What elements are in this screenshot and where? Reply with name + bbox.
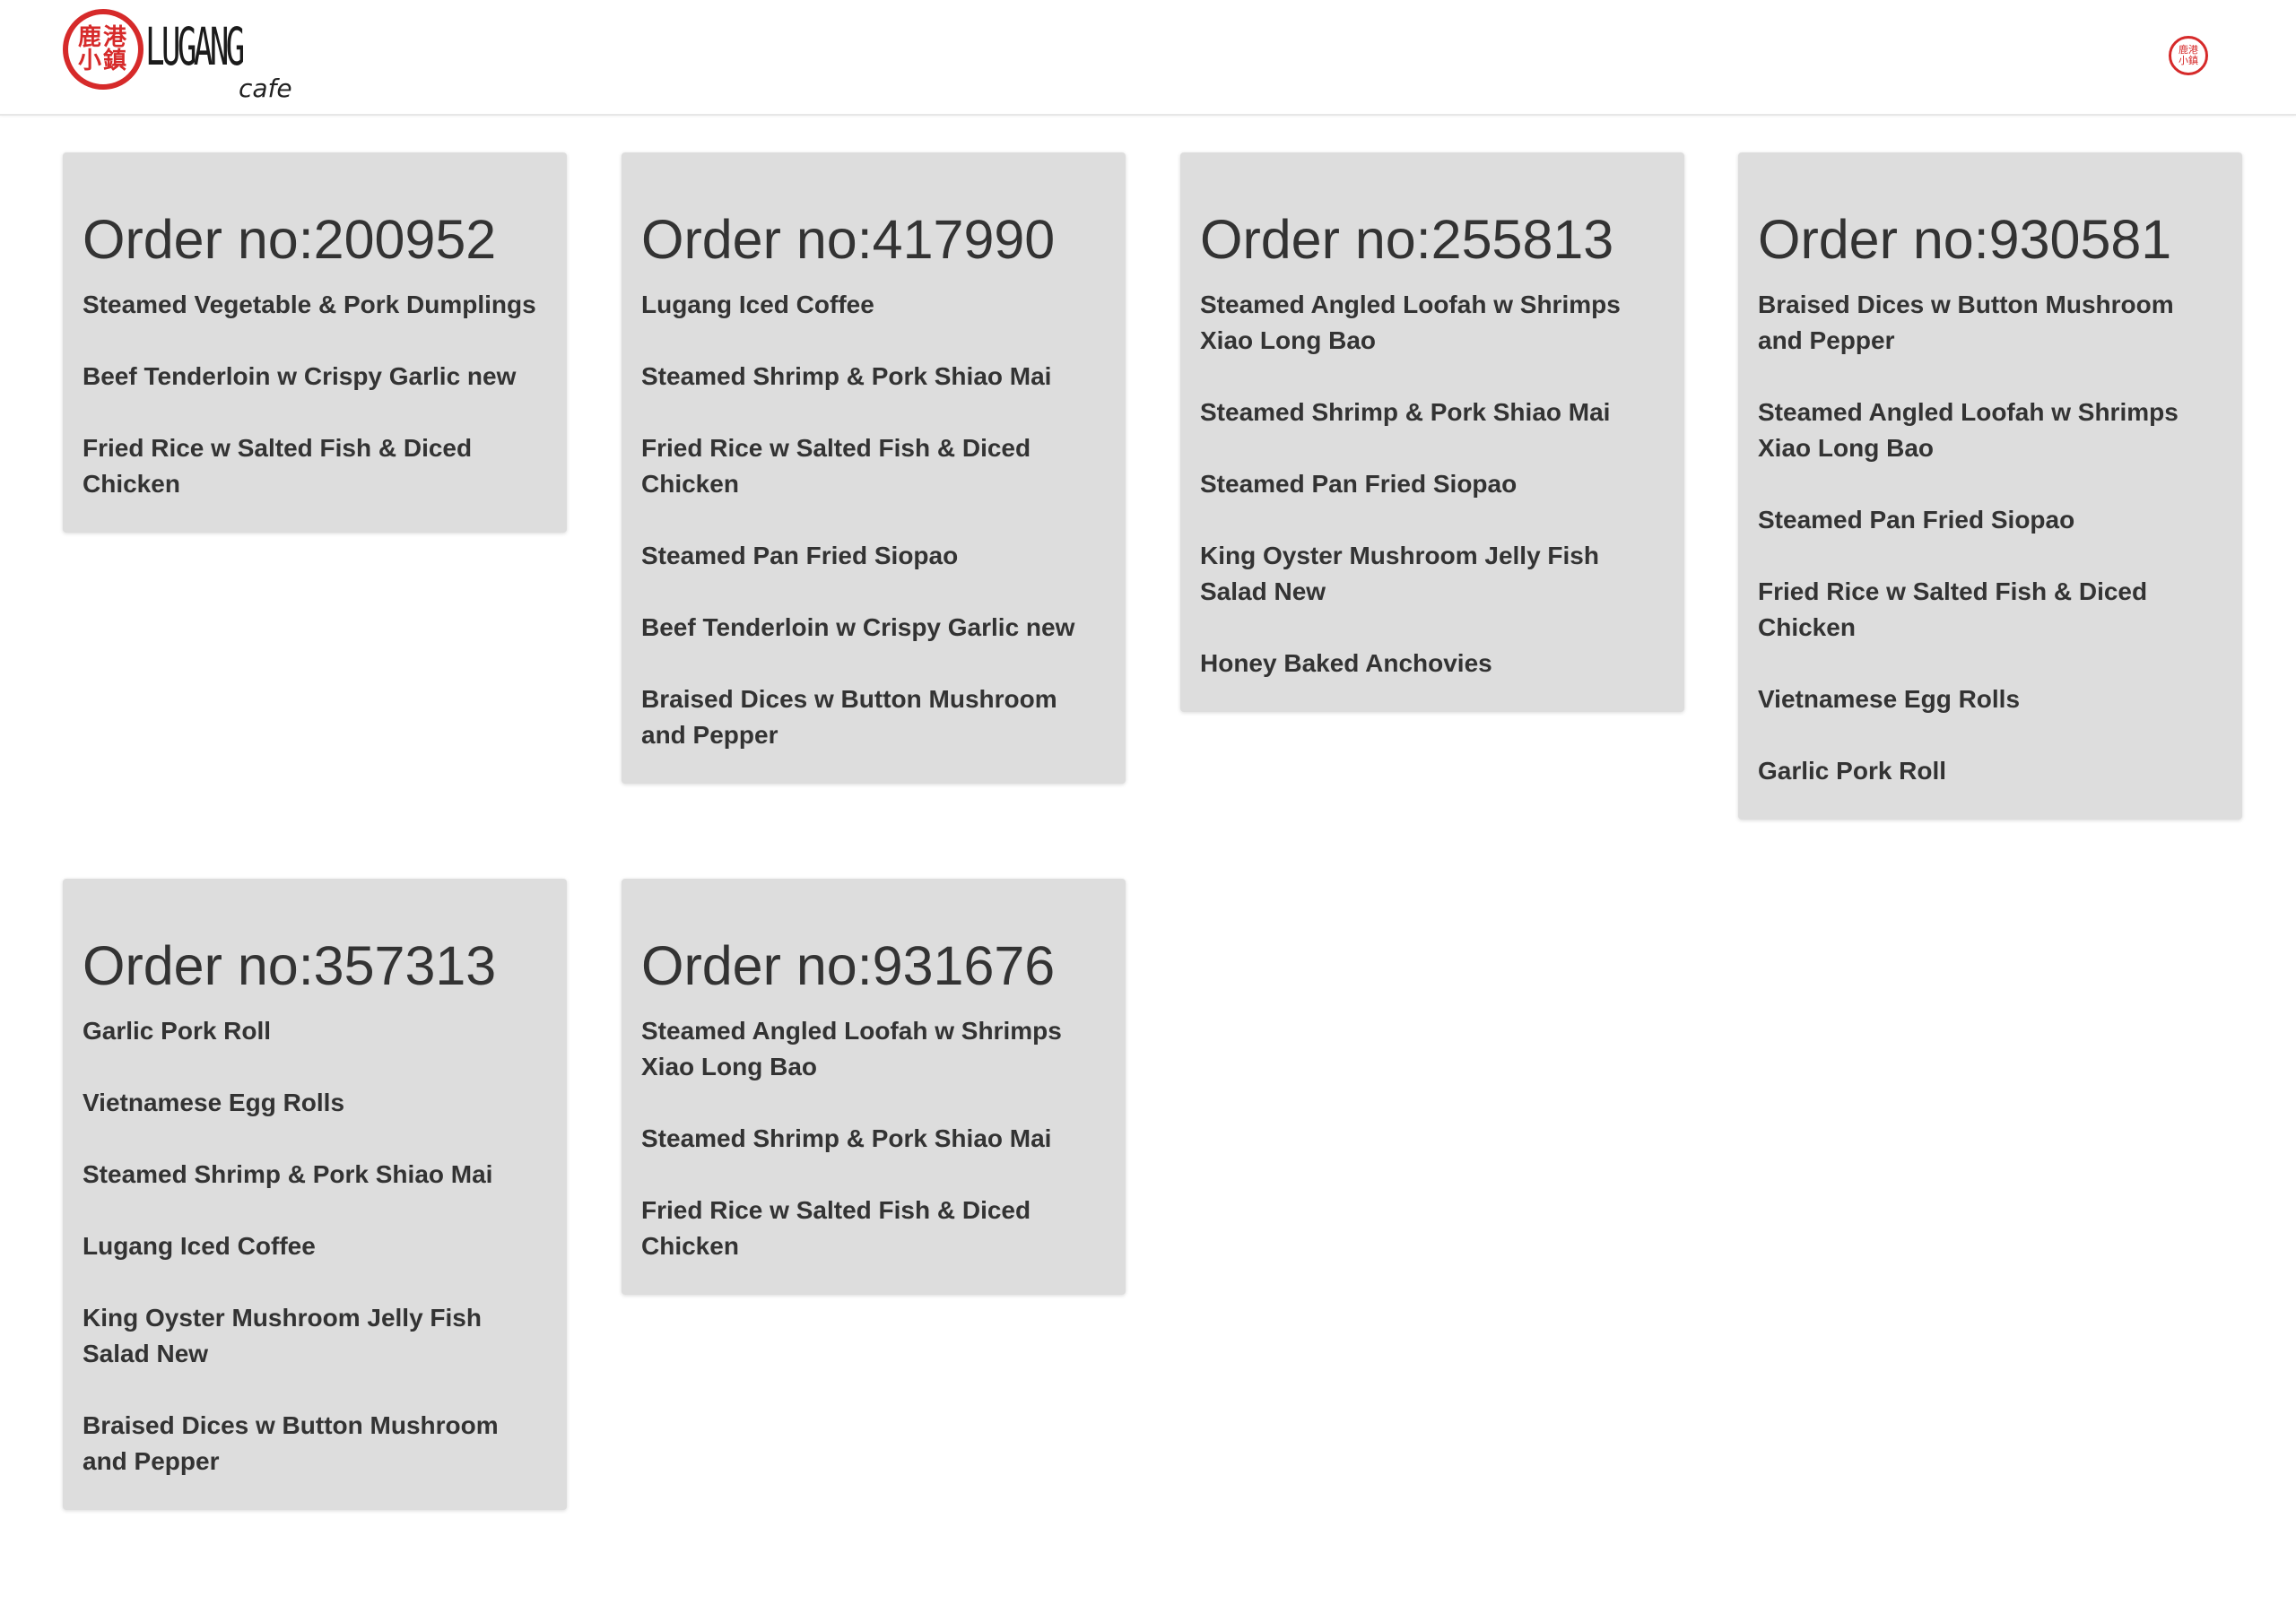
order-item: Braised Dices w Button Mushroom and Pepp…: [1758, 291, 2174, 354]
order-item: Garlic Pork Roll: [1758, 757, 1947, 785]
order-item: Steamed Shrimp & Pork Shiao Mai: [1200, 398, 1611, 426]
order-title: Order no:200952: [83, 209, 497, 270]
order-item: Steamed Shrimp & Pork Shiao Mai: [83, 1160, 493, 1188]
order-title: Order no:357313: [83, 935, 497, 996]
order-title: Order no:255813: [1200, 209, 1614, 270]
order-item: Braised Dices w Button Mushroom and Pepp…: [641, 685, 1057, 749]
order-title: Order no:417990: [641, 209, 1056, 270]
order-title: Order no:931676: [641, 935, 1056, 996]
order-item: Lugang Iced Coffee: [83, 1232, 316, 1260]
order-item: Fried Rice w Salted Fish & Diced Chicken: [83, 434, 473, 498]
order-item: King Oyster Mushroom Jelly Fish Salad Ne…: [83, 1304, 482, 1367]
order-item: Steamed Vegetable & Pork Dumplings: [83, 291, 536, 318]
order-item: Steamed Pan Fried Siopao: [1758, 506, 2075, 534]
order-items: Braised Dices w Button Mushroom and Pepp…: [1758, 287, 2222, 789]
order-item: Lugang Iced Coffee: [641, 291, 874, 318]
order-item: Steamed Shrimp & Pork Shiao Mai: [641, 362, 1052, 390]
order-item: Steamed Angled Loofah w Shrimps Xiao Lon…: [1758, 398, 2179, 462]
order-item: Honey Baked Anchovies: [1200, 649, 1492, 677]
order-item: Fried Rice w Salted Fish & Diced Chicken: [641, 1196, 1031, 1260]
order-item: Steamed Shrimp & Pork Shiao Mai: [641, 1124, 1052, 1152]
order-item: King Oyster Mushroom Jelly Fish Salad Ne…: [1200, 542, 1599, 605]
order-items: Steamed Vegetable & Pork Dumplings Beef …: [83, 287, 547, 502]
order-item: Steamed Pan Fried Siopao: [1200, 470, 1518, 498]
order-item: Fried Rice w Salted Fish & Diced Chicken: [1758, 577, 2148, 641]
order-card: Order no:930581 Braised Dices w Button M…: [1738, 152, 2242, 820]
order-card: Order no:931676 Steamed Angled Loofah w …: [622, 879, 1126, 1295]
order-item: Beef Tenderloin w Crispy Garlic new: [83, 362, 517, 390]
order-item: Fried Rice w Salted Fish & Diced Chicken: [641, 434, 1031, 498]
order-card: Order no:417990 Lugang Iced Coffee Steam…: [622, 152, 1126, 784]
order-item: Vietnamese Egg Rolls: [1758, 685, 2021, 713]
order-item: Steamed Angled Loofah w Shrimps Xiao Lon…: [1200, 291, 1621, 354]
order-items: Steamed Angled Loofah w Shrimps Xiao Lon…: [641, 1013, 1106, 1264]
orders-grid: Order no:200952 Steamed Vegetable & Pork…: [0, 0, 2296, 1614]
order-item: Braised Dices w Button Mushroom and Pepp…: [83, 1411, 499, 1475]
order-card: Order no:357313 Garlic Pork Roll Vietnam…: [63, 879, 567, 1510]
order-item: Garlic Pork Roll: [83, 1017, 272, 1045]
order-items: Steamed Angled Loofah w Shrimps Xiao Lon…: [1200, 287, 1665, 681]
order-item: Beef Tenderloin w Crispy Garlic new: [641, 613, 1075, 641]
order-card: Order no:200952 Steamed Vegetable & Pork…: [63, 152, 567, 533]
order-item: Steamed Pan Fried Siopao: [641, 542, 959, 569]
order-items: Garlic Pork Roll Vietnamese Egg Rolls St…: [83, 1013, 547, 1480]
order-title: Order no:930581: [1758, 209, 2172, 270]
order-item: Steamed Angled Loofah w Shrimps Xiao Lon…: [641, 1017, 1062, 1080]
order-item: Vietnamese Egg Rolls: [83, 1089, 345, 1116]
order-card: Order no:255813 Steamed Angled Loofah w …: [1180, 152, 1684, 712]
order-items: Lugang Iced Coffee Steamed Shrimp & Pork…: [641, 287, 1106, 753]
